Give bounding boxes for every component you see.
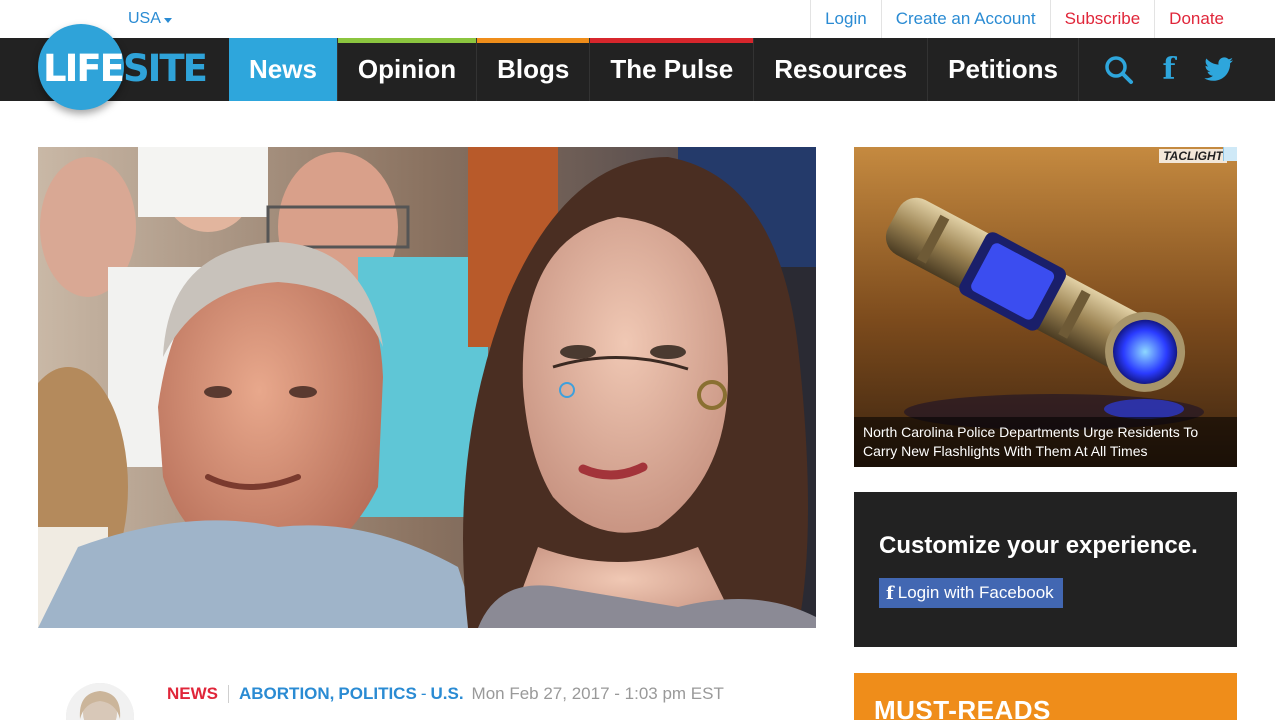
- subscribe-link[interactable]: Subscribe: [1049, 0, 1155, 38]
- nav-item-label: The Pulse: [610, 54, 734, 84]
- tag-abortion[interactable]: ABORTION: [239, 684, 330, 704]
- nav-item-label: Petitions: [948, 54, 1058, 84]
- nav-icons: f: [1103, 38, 1235, 101]
- logo-text-site: SITE: [123, 47, 208, 90]
- article-category[interactable]: NEWS: [167, 684, 218, 704]
- nav-stripe: [337, 38, 477, 43]
- facebook-login-label: Login with Facebook: [897, 583, 1054, 602]
- customize-experience-panel: Customize your experience. f Login with …: [854, 492, 1237, 647]
- ad-brand-label: TACLIGHT: [1159, 149, 1227, 163]
- nav-item-resources[interactable]: Resources: [754, 38, 929, 101]
- tag-us[interactable]: U.S.: [430, 684, 463, 704]
- nav-item-label: News: [249, 54, 317, 84]
- article-hero-image[interactable]: [38, 147, 816, 628]
- must-reads-title: MUST-READS: [874, 695, 1051, 720]
- login-with-facebook-button[interactable]: f Login with Facebook: [879, 578, 1063, 608]
- ad-caption: North Carolina Police Departments Urge R…: [854, 417, 1237, 467]
- nav-item-blogs[interactable]: Blogs: [477, 38, 591, 101]
- nav-item-the-pulse[interactable]: The Pulse: [590, 38, 755, 101]
- account-links: Login Create an Account Subscribe Donate: [810, 0, 1280, 38]
- nav-item-label: Resources: [774, 54, 908, 84]
- nav-stripe: [477, 38, 590, 43]
- tag-politics[interactable]: POLITICS: [338, 684, 416, 704]
- author-avatar[interactable]: [66, 683, 134, 720]
- sidebar-advertisement[interactable]: TACLIGHT North Carolina Police Departmen…: [854, 147, 1237, 467]
- logo-text-life: LIFE: [43, 47, 125, 90]
- twitter-icon[interactable]: [1203, 54, 1235, 86]
- must-reads-panel: MUST-READS: [854, 673, 1237, 720]
- login-link[interactable]: Login: [810, 0, 881, 38]
- tag-comma: ,: [329, 684, 335, 703]
- tag-separator: -: [420, 684, 427, 703]
- nav-item-petitions[interactable]: Petitions: [928, 38, 1079, 101]
- nav-item-news[interactable]: News: [229, 38, 338, 101]
- facebook-icon: f: [886, 582, 894, 604]
- create-account-link[interactable]: Create an Account: [880, 0, 1050, 38]
- meta-divider: [228, 685, 229, 703]
- nav-item-opinion[interactable]: Opinion: [337, 38, 478, 101]
- ad-choices-icon[interactable]: [1223, 147, 1237, 161]
- article-date: Mon Feb 27, 2017 - 1:03 pm EST: [471, 684, 724, 703]
- nav-stripe: [590, 38, 754, 43]
- facebook-icon[interactable]: f: [1153, 54, 1185, 86]
- nav-item-label: Blogs: [497, 54, 570, 84]
- customize-title: Customize your experience.: [879, 532, 1198, 559]
- donate-link[interactable]: Donate: [1154, 0, 1280, 38]
- nav-item-label: Opinion: [357, 54, 457, 84]
- nav-menu: News Opinion Blogs The Pulse Resources P…: [229, 38, 1079, 101]
- search-icon[interactable]: [1103, 54, 1135, 86]
- caret-down-icon: [163, 17, 172, 23]
- lifesite-logo[interactable]: LIFE SITE: [38, 24, 208, 112]
- article-meta: NEWS ABORTION, POLITICS - U.S. Mon Feb 2…: [167, 684, 724, 704]
